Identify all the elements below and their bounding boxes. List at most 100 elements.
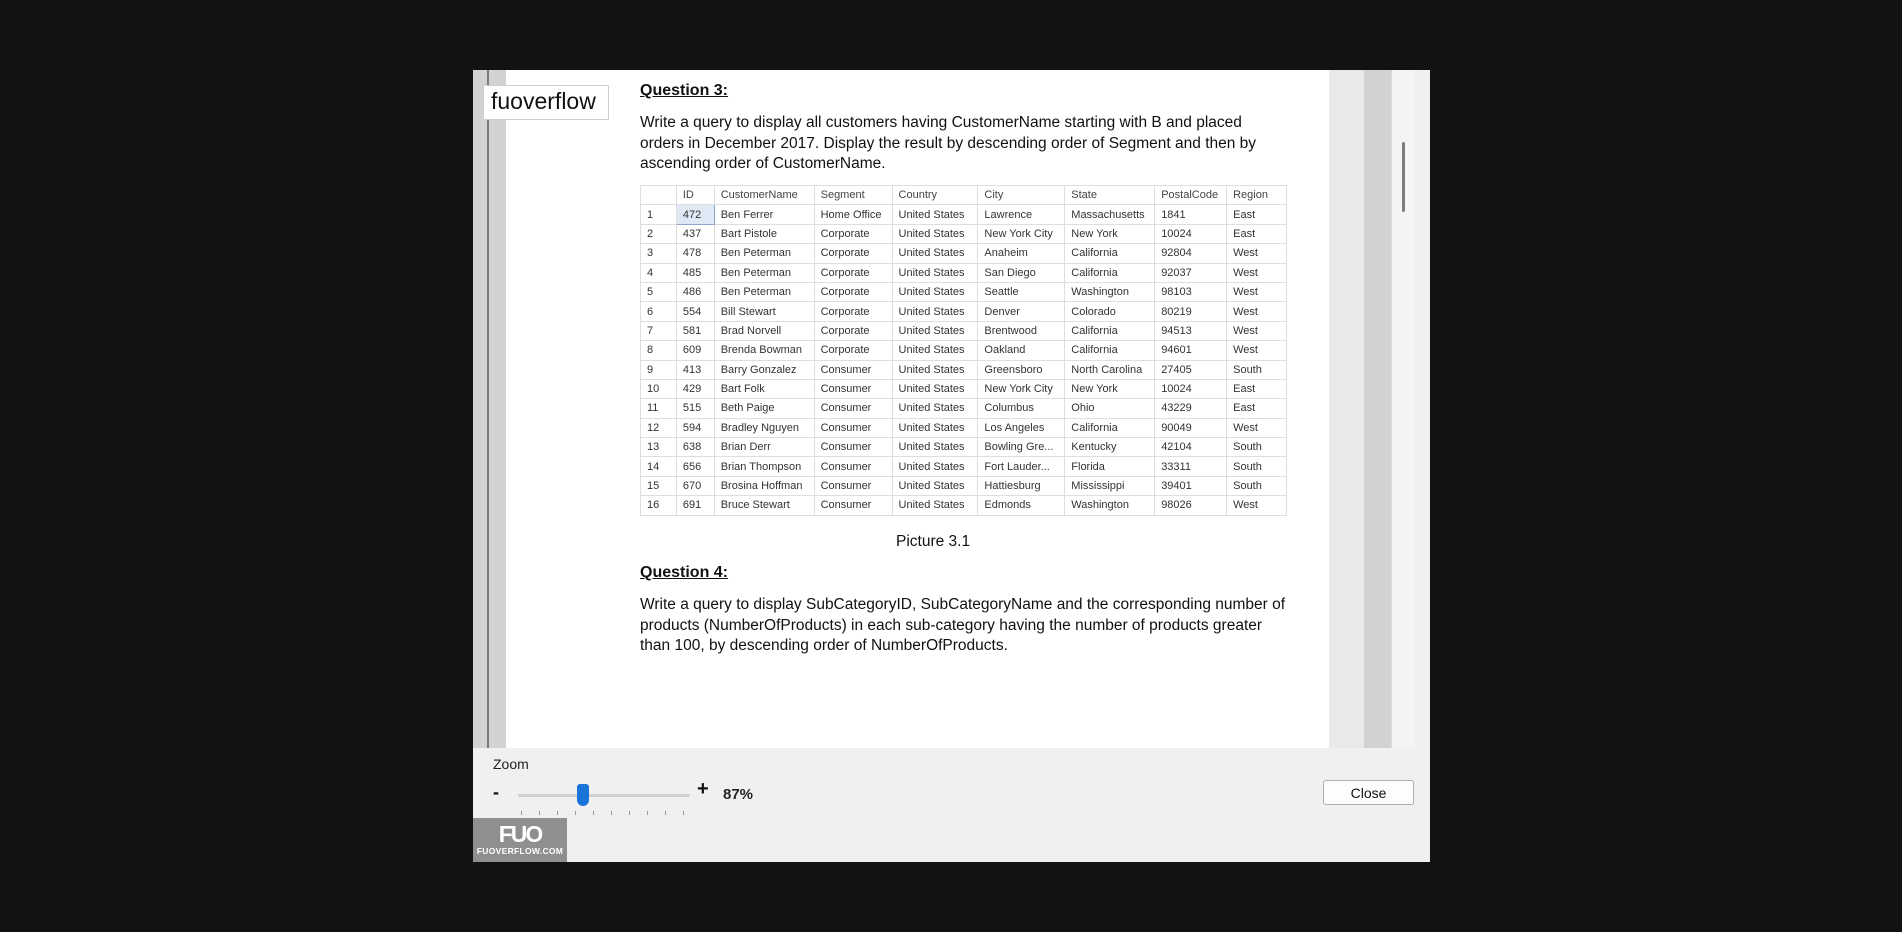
zoom-in-button[interactable]: +: [697, 778, 709, 801]
table-cell: West: [1226, 262, 1287, 283]
table-row: 15 670 Brosina Hoffman Consumer United State…: [640, 475, 1287, 497]
table-cell: 14: [640, 456, 677, 477]
table-cell: Bradley Nguyen: [713, 417, 815, 439]
table-cell: 691: [675, 495, 715, 516]
page-right-gutter: [1329, 70, 1364, 748]
table-row: 6 554 Bill Stewart Corporate United States De…: [640, 301, 1287, 322]
table-cell: Edmonds: [977, 495, 1066, 516]
scrollbar-thumb[interactable]: [1402, 142, 1405, 212]
table-cell: Greensboro: [977, 359, 1066, 380]
logo-mark: FUO: [498, 821, 544, 847]
table-cell: 6: [640, 301, 677, 322]
table-cell: Consumer: [813, 398, 893, 419]
column-header: Region: [1226, 184, 1287, 206]
table-cell: Kentucky: [1064, 437, 1156, 458]
table-cell: Brian Derr: [713, 437, 815, 458]
table-cell: United States: [891, 281, 979, 303]
table-cell: Denver: [977, 301, 1066, 322]
table-cell: United States: [891, 243, 979, 264]
question-4-text: Write a query to display SubCategoryID, …: [640, 596, 1286, 654]
picture-caption: Picture 3.1: [896, 533, 971, 550]
question-4-heading: Question 4:: [640, 564, 729, 581]
table-cell: 5: [640, 281, 677, 303]
table-cell: 1: [640, 204, 677, 225]
column-header: Country: [891, 184, 979, 206]
table-cell: United States: [891, 320, 979, 342]
zoom-out-button[interactable]: -: [493, 782, 499, 803]
table-header-row: ID CustomerName Segment Country City State Pos…: [640, 184, 1287, 206]
table-cell: 581: [675, 320, 715, 342]
table-cell: 4: [640, 262, 677, 283]
table-cell: United States: [891, 437, 979, 458]
table-cell: 486: [675, 281, 715, 303]
table-cell: San Diego: [977, 262, 1066, 283]
table-cell: United States: [891, 495, 979, 516]
table-cell: New York: [1064, 378, 1156, 400]
table-row: 9 413 Barry Gonzalez Consumer United States G…: [640, 359, 1287, 380]
table-cell: Brian Thompson: [713, 456, 815, 477]
table-row: 3 478 Ben Peterman Corporate United States An…: [640, 243, 1287, 264]
table-cell: 9: [640, 359, 677, 380]
table-cell: Oakland: [977, 340, 1066, 361]
table-cell: Consumer: [813, 475, 893, 497]
table-cell: 472: [675, 204, 715, 225]
close-button[interactable]: Close: [1323, 780, 1414, 805]
slider-tick: [593, 811, 594, 815]
table-cell: Corporate: [813, 340, 893, 361]
document-page: Question 3: Write a query to display all…: [506, 70, 1329, 748]
table-cell: South: [1226, 359, 1287, 380]
table-cell: Bart Pistole: [713, 223, 815, 245]
table-cell: East: [1226, 398, 1287, 419]
table-body: 1 472 Ben Ferrer Home Office United States La…: [640, 204, 1287, 516]
table-cell: 42104: [1154, 437, 1228, 458]
slider-tick: [539, 811, 540, 815]
table-cell: United States: [891, 204, 979, 225]
table-cell: West: [1226, 243, 1287, 264]
table-cell: United States: [891, 262, 979, 283]
table-cell: East: [1226, 223, 1287, 245]
table-cell: Corporate: [813, 301, 893, 322]
table-row: 7 581 Brad Norvell Corporate United States Br…: [640, 320, 1287, 342]
table-cell: Consumer: [813, 437, 893, 458]
table-cell: Bowling Gre...: [977, 437, 1066, 458]
table-cell: East: [1226, 204, 1287, 225]
table-cell: 13: [640, 437, 677, 458]
table-cell: 7: [640, 320, 677, 342]
table-cell: 98103: [1154, 281, 1228, 303]
table-cell: California: [1064, 340, 1156, 361]
table-cell: Corporate: [813, 320, 893, 342]
table-cell: West: [1226, 340, 1287, 361]
table-cell: 10024: [1154, 223, 1228, 245]
table-cell: 10: [640, 378, 677, 400]
table-cell: United States: [891, 398, 979, 419]
table-cell: United States: [891, 378, 979, 400]
column-header: Segment: [813, 184, 893, 206]
table-cell: 98026: [1154, 495, 1228, 516]
table-cell: Hattiesburg: [977, 475, 1066, 497]
vertical-scrollbar[interactable]: [1391, 70, 1414, 748]
table-row: 1 472 Ben Ferrer Home Office United States La…: [640, 204, 1287, 225]
table-cell: Consumer: [813, 456, 893, 477]
zoom-slider-track[interactable]: [518, 794, 690, 797]
table-cell: 413: [675, 359, 715, 380]
table-cell: Ben Peterman: [713, 262, 815, 283]
table-cell: 515: [675, 398, 715, 419]
table-cell: 92037: [1154, 262, 1228, 283]
table-cell: 670: [675, 475, 715, 497]
slider-tick: [575, 811, 576, 815]
table-row: 2 437 Bart Pistole Corporate United States Ne…: [640, 223, 1287, 245]
table-cell: United States: [891, 359, 979, 380]
table-cell: Consumer: [813, 359, 893, 380]
table-cell: 3: [640, 243, 677, 264]
table-cell: Corporate: [813, 281, 893, 303]
table-row: 13 638 Brian Derr Consumer United States Bowl…: [640, 437, 1287, 458]
table-cell: 27405: [1154, 359, 1228, 380]
table-row: 12 594 Bradley Nguyen Consumer United States…: [640, 417, 1287, 439]
table-cell: Colorado: [1064, 301, 1156, 322]
zoom-slider-thumb[interactable]: [577, 784, 589, 806]
table-cell: 485: [675, 262, 715, 283]
table-row: 14 656 Brian Thompson Consumer United States…: [640, 456, 1287, 477]
table-cell: West: [1226, 281, 1287, 303]
table-cell: California: [1064, 262, 1156, 283]
table-cell: 2: [640, 223, 677, 245]
